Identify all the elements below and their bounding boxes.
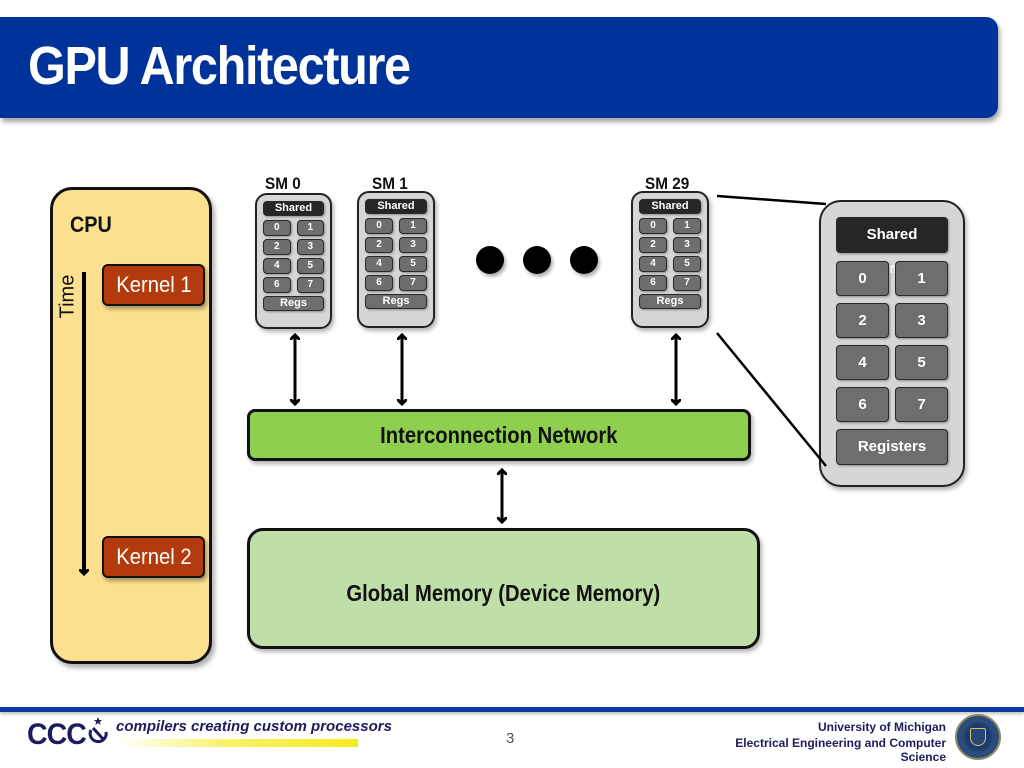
sm-0-label: SM 0: [265, 174, 301, 193]
ellipsis-dot: [523, 246, 551, 274]
register-cell: 3: [895, 303, 948, 338]
page-number: 3: [506, 730, 515, 747]
register-cell: 2: [263, 239, 291, 255]
interconnection-network: Interconnection Network: [247, 409, 751, 461]
register-cell: 4: [836, 345, 889, 380]
register-cell: 7: [895, 387, 948, 422]
shared-memory-block: Shared Memory: [836, 217, 948, 277]
university-seal-icon: [955, 714, 1001, 760]
register-cell: 4: [263, 258, 291, 274]
register-cell: 1: [673, 218, 701, 234]
register-cell: 6: [836, 387, 889, 422]
register-cell: 7: [296, 277, 324, 293]
register-cell: 1: [895, 261, 948, 296]
sm-1-box: Shared 0 1 2 3 4 5 6 7 Regs: [357, 191, 435, 328]
sm-29-box: Shared 0 1 2 3 4 5 6 7 Regs: [631, 191, 709, 328]
register-cell: 1: [296, 220, 324, 236]
ellipsis-dot: [476, 246, 504, 274]
hammer-sickle-icon: [86, 716, 110, 746]
kernel-2-box: Kernel 2: [102, 536, 205, 578]
register-cell: 5: [673, 256, 701, 272]
kernel-2-label: Kernel 2: [115, 544, 192, 569]
register-cell: 2: [836, 303, 889, 338]
slide-title: GPU Architecture: [28, 36, 411, 96]
shared-memory-block: Shared: [639, 199, 701, 214]
registers-block: Regs: [639, 294, 701, 309]
tagline-underline: [118, 739, 358, 747]
register-cell: 5: [296, 258, 324, 274]
register-cell: 0: [836, 261, 889, 296]
kernel-1-box: Kernel 1: [102, 264, 205, 306]
shared-memory-block: Shared: [365, 199, 427, 214]
register-cell: 6: [365, 275, 393, 291]
register-cell: 3: [399, 237, 427, 253]
ccc-tagline: compilers creating custom processors: [116, 718, 392, 735]
register-cell: 1: [399, 218, 427, 234]
register-cell: 0: [263, 220, 291, 236]
kernel-1-label: Kernel 1: [115, 272, 192, 297]
seal-shield: [970, 728, 986, 746]
time-label: Time: [56, 274, 79, 319]
register-cell: 2: [365, 237, 393, 253]
register-cell: 3: [296, 239, 324, 255]
registers-block: Registers: [836, 429, 948, 465]
sm-0-box: Shared 0 1 2 3 4 5 6 7 Regs: [255, 193, 332, 329]
register-cell: 0: [639, 218, 667, 234]
register-cell: 5: [895, 345, 948, 380]
cpu-label: CPU: [70, 212, 112, 237]
department-name: Electrical Engineering and Computer Scie…: [735, 736, 946, 764]
university-name: University of Michigan: [817, 720, 946, 734]
register-cell: 7: [673, 275, 701, 291]
registers-block: Regs: [263, 296, 324, 311]
footer-divider: [0, 707, 1024, 712]
register-cell: 4: [639, 256, 667, 272]
zoom-line-top: [716, 194, 827, 206]
ccc-logo: CCC: [27, 718, 87, 751]
global-memory-label: Global Memory (Device Memory): [346, 580, 661, 606]
registers-block: Regs: [365, 294, 427, 309]
shared-memory-block: Shared: [263, 201, 324, 216]
ellipsis-dot: [570, 246, 598, 274]
cpu-panel: [50, 187, 212, 664]
register-cell: 3: [673, 237, 701, 253]
register-cell: 5: [399, 256, 427, 272]
register-cell: 4: [365, 256, 393, 272]
sm-detail-box: Shared Memory 0 1 2 3 4 5 6 7 Registers: [819, 200, 965, 487]
register-cell: 0: [365, 218, 393, 234]
register-cell: 6: [639, 275, 667, 291]
interconnection-network-label: Interconnection Network: [380, 422, 618, 448]
register-cell: 6: [263, 277, 291, 293]
register-cell: 7: [399, 275, 427, 291]
register-cell: 2: [639, 237, 667, 253]
global-memory: Global Memory (Device Memory): [247, 528, 760, 649]
